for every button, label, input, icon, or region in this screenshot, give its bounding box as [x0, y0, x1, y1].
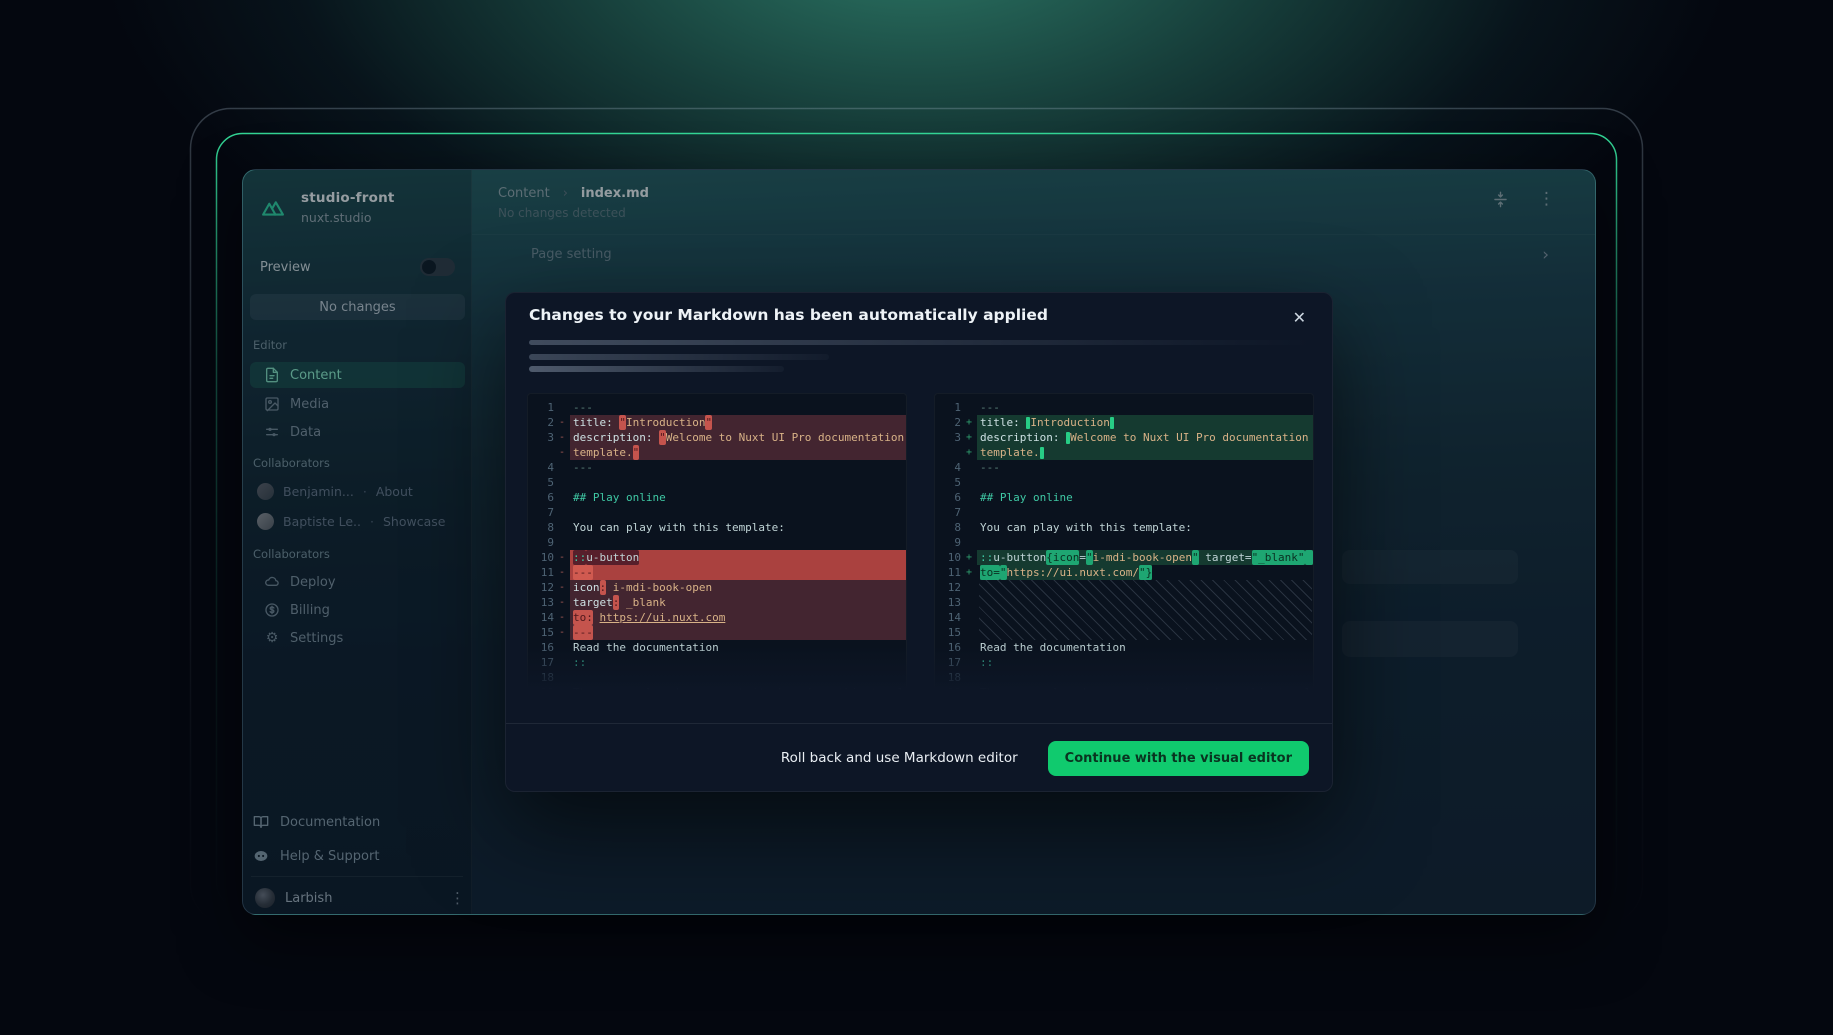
- diff-line: 17::: [935, 655, 1313, 670]
- markdown-changes-modal: Changes to your Markdown has been automa…: [505, 292, 1333, 792]
- diff-pane-updated[interactable]: 1---2+title: Introduction3+description: …: [934, 393, 1314, 699]
- diff-line: 1---: [935, 400, 1313, 415]
- diff-line: 6## Play online: [528, 490, 906, 505]
- diff-line: 7: [528, 505, 906, 520]
- diff-line: 9: [935, 535, 1313, 550]
- diff-line: 18: [935, 670, 1313, 685]
- diff-line: 11+to="https://ui.nuxt.com/"}: [935, 565, 1313, 580]
- diff-line: 18: [528, 670, 906, 685]
- skeleton-line: [529, 340, 1311, 345]
- diff-line: 2+title: Introduction: [935, 415, 1313, 430]
- diff-line: 14-to: https://ui.nuxt.com: [528, 610, 906, 625]
- rollback-button[interactable]: Roll back and use Markdown editor: [781, 750, 1018, 766]
- diff-line: 19There are already many website based o…: [935, 685, 1313, 699]
- diff-line: 12-icon: i-mdi-book-open: [528, 580, 906, 595]
- diff-line: 8You can play with this template:: [528, 520, 906, 535]
- skeleton-line: [529, 366, 784, 372]
- diff-line: 17::: [528, 655, 906, 670]
- diff-line: 10-::u-button: [528, 550, 906, 565]
- diff-line: 3+description: Welcome to Nuxt UI Pro do…: [935, 430, 1313, 445]
- diff-line: 11----: [528, 565, 906, 580]
- diff-line: 4---: [528, 460, 906, 475]
- diff-line: 2-title: "Introduction": [528, 415, 906, 430]
- diff-line: 6## Play online: [935, 490, 1313, 505]
- modal-title: Changes to your Markdown has been automa…: [529, 306, 1048, 324]
- diff-line: 13-target: _blank: [528, 595, 906, 610]
- diff-pane-original[interactable]: 1---2-title: "Introduction"3-description…: [527, 393, 907, 699]
- diff-line: +template.: [935, 445, 1313, 460]
- diff-line: 16Read the documentation: [528, 640, 906, 655]
- diff-line: 1---: [528, 400, 906, 415]
- diff-line: 16Read the documentation: [935, 640, 1313, 655]
- diff-line: 10+::u-button{icon="i-mdi-book-open" tar…: [935, 550, 1313, 565]
- diff-line: 4---: [935, 460, 1313, 475]
- skeleton-line: [529, 354, 829, 360]
- diff-line: 5: [935, 475, 1313, 490]
- diff-line: 19There are already many website based o…: [528, 685, 906, 699]
- continue-visual-editor-button[interactable]: Continue with the visual editor: [1048, 741, 1309, 776]
- removed-lines-hatch: [979, 580, 1312, 640]
- diff-line: -template.": [528, 445, 906, 460]
- diff-line: 8You can play with this template:: [935, 520, 1313, 535]
- diff-line: 3-description: "Welcome to Nuxt UI Pro d…: [528, 430, 906, 445]
- diff-line: 15----: [528, 625, 906, 640]
- modal-footer: Roll back and use Markdown editor Contin…: [506, 723, 1332, 792]
- diff-line: 9: [528, 535, 906, 550]
- diff-line: 5: [528, 475, 906, 490]
- diff-line: 7: [935, 505, 1313, 520]
- close-icon[interactable]: ✕: [1293, 310, 1306, 326]
